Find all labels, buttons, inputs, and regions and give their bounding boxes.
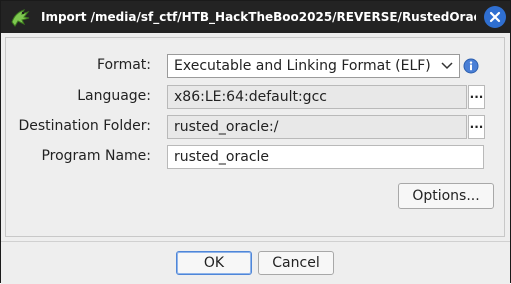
window-title: Import /media/sf_ctf/HTB_HackTheBoo2025/… — [41, 10, 476, 24]
destination-folder-field: rusted_oracle:/ — [167, 115, 467, 139]
program-name-label: Program Name: — [41, 148, 151, 164]
import-form-panel: Format: Executable and Linking Format (E… — [5, 37, 505, 237]
title-bar[interactable]: Import /media/sf_ctf/HTB_HackTheBoo2025/… — [1, 1, 510, 33]
close-button[interactable] — [484, 6, 506, 28]
format-select-value: Executable and Linking Format (ELF) — [174, 58, 431, 74]
language-browse-button[interactable]: ... — [468, 85, 485, 109]
ghidra-dragon-icon — [11, 9, 30, 27]
chevron-down-icon — [441, 62, 453, 70]
ok-button[interactable]: OK — [176, 251, 252, 275]
info-icon[interactable] — [463, 58, 479, 74]
format-select[interactable]: Executable and Linking Format (ELF) — [167, 54, 460, 78]
options-button[interactable]: Options... — [398, 183, 494, 209]
cancel-button[interactable]: Cancel — [258, 251, 334, 275]
close-icon — [489, 11, 501, 23]
format-label: Format: — [96, 57, 151, 73]
import-dialog: Import /media/sf_ctf/HTB_HackTheBoo2025/… — [0, 0, 511, 284]
destination-folder-label: Destination Folder: — [18, 118, 151, 134]
language-field: x86:LE:64:default:gcc — [167, 85, 467, 109]
program-name-input[interactable]: rusted_oracle — [167, 145, 484, 169]
destination-browse-button[interactable]: ... — [468, 115, 485, 139]
language-label: Language: — [77, 88, 151, 104]
dialog-footer: OK Cancel — [1, 241, 510, 284]
